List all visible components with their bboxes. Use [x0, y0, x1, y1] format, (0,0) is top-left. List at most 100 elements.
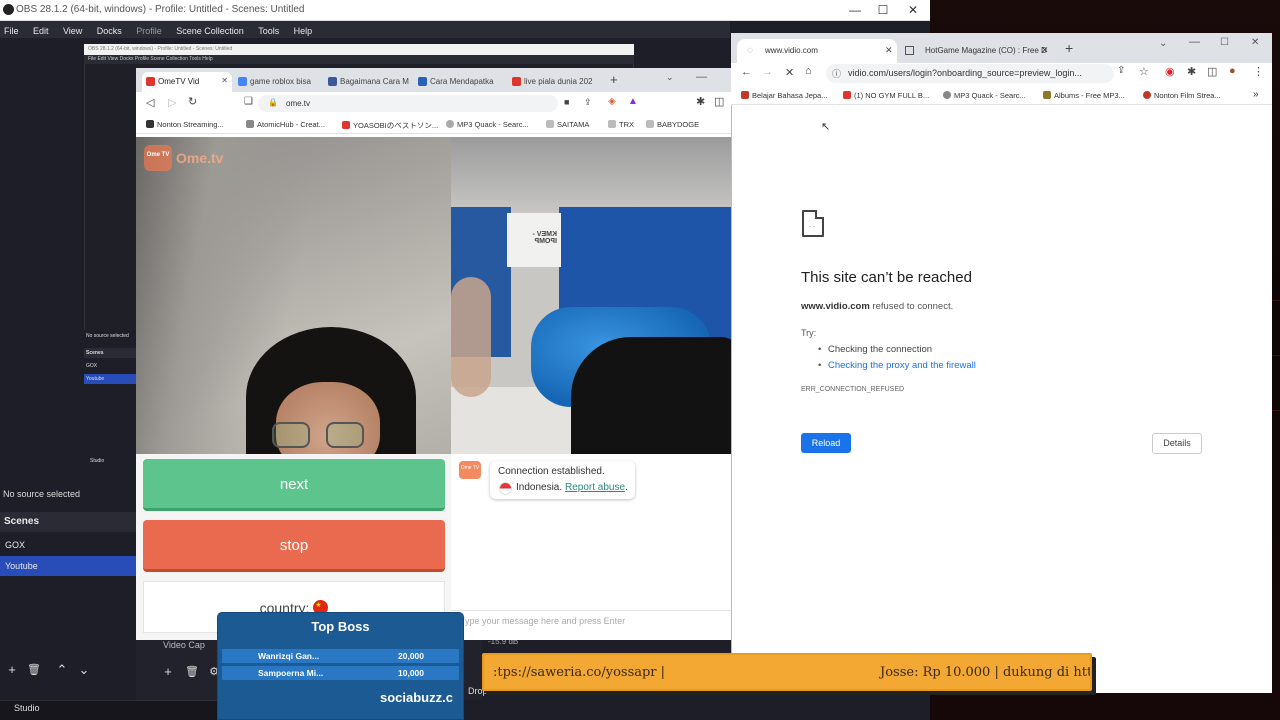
brave-icon[interactable]: ◈ — [608, 96, 616, 107]
stop-button[interactable]: stop — [143, 520, 445, 572]
close-tab-icon[interactable]: ✕ — [221, 76, 228, 85]
chat-input[interactable]: Type your message here and press Enter — [460, 616, 625, 626]
extensions-icon[interactable]: ✱ — [1187, 65, 1196, 78]
bookmark-item[interactable]: Nonton Film Strea... — [1143, 91, 1221, 100]
reload-icon[interactable]: ↻ — [188, 95, 197, 108]
side-panel-icon[interactable]: ◫ — [1207, 65, 1217, 78]
forward-icon[interactable]: → — [762, 66, 773, 78]
share-icon[interactable]: ⇪ — [584, 97, 592, 108]
menu-scene-collection[interactable]: Scene Collection — [172, 23, 250, 36]
suggestion-proxy-link[interactable]: Checking the proxy and the firewall — [818, 360, 976, 371]
menu-help[interactable]: Help — [290, 23, 319, 36]
bookmark-item[interactable]: Albums - Free MP3... — [1043, 91, 1125, 100]
menu-tools[interactable]: Tools — [254, 23, 285, 36]
back-icon[interactable]: ← — [741, 66, 752, 78]
report-abuse-link[interactable]: Report abuse — [565, 482, 625, 493]
bookmark-item[interactable]: MP3 Quack - Searc... — [446, 120, 529, 129]
menu-profile[interactable]: Profile — [132, 23, 168, 36]
share-icon[interactable]: ⇪ — [1117, 65, 1125, 76]
remove-scene-icon[interactable]: 🗑 — [24, 660, 44, 680]
bookmark-favicon-icon — [246, 120, 254, 128]
tab-cara-mendapatkan[interactable]: Cara Mendapatka — [414, 72, 506, 92]
nested-menu: File Edit View Docks Profile Scene Colle… — [84, 55, 634, 64]
back-icon[interactable]: ◁ — [146, 96, 154, 109]
menu-icon[interactable]: ⋮ — [1253, 65, 1264, 78]
ometv-logo-text: Ome.tv — [176, 150, 224, 166]
tab-live-piala[interactable]: live piala dunia 202 — [508, 72, 604, 92]
bookmark-item[interactable]: Belajar Bahasa Jepa... — [741, 91, 827, 100]
tab-game-roblox[interactable]: game roblox bisa — [234, 72, 322, 92]
reload-button[interactable]: Reload — [801, 433, 851, 453]
loading-spinner-icon: ◌ — [747, 45, 753, 56]
error-title: This site can’t be reached — [801, 269, 972, 286]
tab-ometv[interactable]: OmeTV Vid ✕ — [142, 72, 232, 92]
menu-edit[interactable]: Edit — [29, 23, 55, 36]
bookmark-favicon-icon — [608, 120, 616, 128]
add-source-icon[interactable]: + — [158, 662, 178, 682]
tab-search-icon[interactable]: ⌄ — [1159, 38, 1167, 49]
tab-search-icon[interactable]: ⌄ — [666, 72, 674, 83]
video-capture-source[interactable]: Video Cap — [163, 640, 205, 650]
close-tab-icon[interactable]: ✕ — [885, 45, 893, 56]
camera-icon[interactable]: ■ — [564, 97, 569, 107]
maximize-icon[interactable]: ☐ — [1220, 37, 1229, 48]
star-icon[interactable]: ☆ — [1139, 65, 1149, 78]
menu-file[interactable]: File — [0, 23, 25, 36]
vidio-address-bar[interactable]: ⓘ vidio.com/users/login?onboarding_sourc… — [826, 64, 1114, 83]
bookmark-item[interactable]: TRX — [608, 120, 634, 129]
new-tab-icon[interactable]: + — [1065, 40, 1073, 56]
wordpress-icon — [328, 77, 337, 86]
bookmark-label: MP3 Quack - Searc... — [954, 91, 1026, 100]
bookmark-item[interactable]: (1) NO GYM FULL B... — [843, 91, 929, 100]
tab-label: game roblox bisa — [250, 77, 311, 86]
tab-hotgame[interactable]: HotGame Magazine (CO) : Free D ✕ — [897, 39, 1053, 63]
move-down-icon[interactable]: ⌄ — [74, 660, 94, 680]
forward-icon[interactable]: ▷ — [168, 96, 176, 109]
bookmark-item[interactable]: YOASOBIのベストソン... — [342, 120, 438, 131]
donor-row: Wanrizqi Gan... 20,000 — [222, 649, 459, 663]
menu-view[interactable]: View — [59, 23, 88, 36]
home-icon[interactable]: ⌂ — [805, 65, 812, 77]
close-window-icon[interactable]: ✕ — [1251, 37, 1259, 48]
try-label: Try: — [801, 328, 817, 338]
menu-docks[interactable]: Docks — [93, 23, 128, 36]
bookmark-icon[interactable]: ❏ — [244, 96, 253, 107]
profile-avatar-icon[interactable]: ● — [1229, 65, 1236, 77]
minimize-icon[interactable]: — — [696, 71, 707, 83]
site-info-icon[interactable]: ⓘ — [832, 67, 841, 80]
extensions-icon[interactable]: ✱ — [696, 95, 705, 108]
next-button[interactable]: next — [143, 459, 445, 511]
more-bookmarks-icon[interactable]: » — [1253, 89, 1259, 100]
ometv-address-bar[interactable]: 🔒 ome.tv ■ ⇪ ◈ ▲ — [258, 95, 638, 112]
maximize-icon[interactable]: ☐ — [868, 2, 898, 18]
studio-mode-button[interactable]: Studio — [14, 703, 40, 713]
indonesia-flag-icon — [499, 482, 512, 495]
side-panel-icon[interactable]: ◫ — [714, 95, 724, 108]
details-button[interactable]: Details — [1152, 433, 1202, 454]
minimize-icon[interactable]: — — [1189, 36, 1200, 48]
nested-title: OBS 28.1.2 (64-bit, windows) - Profile: … — [84, 44, 634, 55]
ometv-bookmarks-bar: Nonton Streaming... AtomicHub - Creat...… — [136, 114, 731, 134]
move-up-icon[interactable]: ⌃ — [52, 660, 72, 680]
close-tab-icon[interactable]: ✕ — [1041, 45, 1049, 56]
minimize-icon[interactable]: — — [840, 2, 870, 18]
remove-source-icon[interactable]: 🗑 — [182, 662, 202, 682]
triangle-extension-icon[interactable]: ▲ — [628, 96, 638, 107]
bookmark-item[interactable]: SAITAMA — [546, 120, 589, 129]
scene-item-gox[interactable]: GOX — [0, 535, 136, 555]
bookmark-item[interactable]: MP3 Quack - Searc... — [943, 91, 1026, 100]
source-toolbar: + 🗑 ⚙ — [158, 662, 219, 682]
bookmark-item[interactable]: Nonton Streaming... — [146, 120, 224, 129]
bookmark-item[interactable]: AtomicHub - Creat... — [246, 120, 325, 129]
new-tab-icon[interactable]: + — [610, 72, 618, 87]
add-scene-icon[interactable]: + — [2, 660, 22, 680]
stop-loading-icon[interactable]: ✕ — [785, 66, 794, 79]
donation-ticker: :tps://saweria.co/yossapr | Josse: Rp 10… — [482, 653, 1092, 691]
scene-item-youtube[interactable]: Youtube — [0, 556, 136, 576]
chat-divider — [451, 610, 731, 611]
close-icon[interactable]: ✕ — [898, 2, 928, 18]
tab-vidio[interactable]: ◌ www.vidio.com ✕ — [737, 39, 897, 63]
tab-bagaimana[interactable]: Bagaimana Cara M — [324, 72, 412, 92]
bookmark-item[interactable]: BABYDOGE — [646, 120, 699, 129]
opera-icon[interactable]: ◉ — [1165, 65, 1175, 78]
